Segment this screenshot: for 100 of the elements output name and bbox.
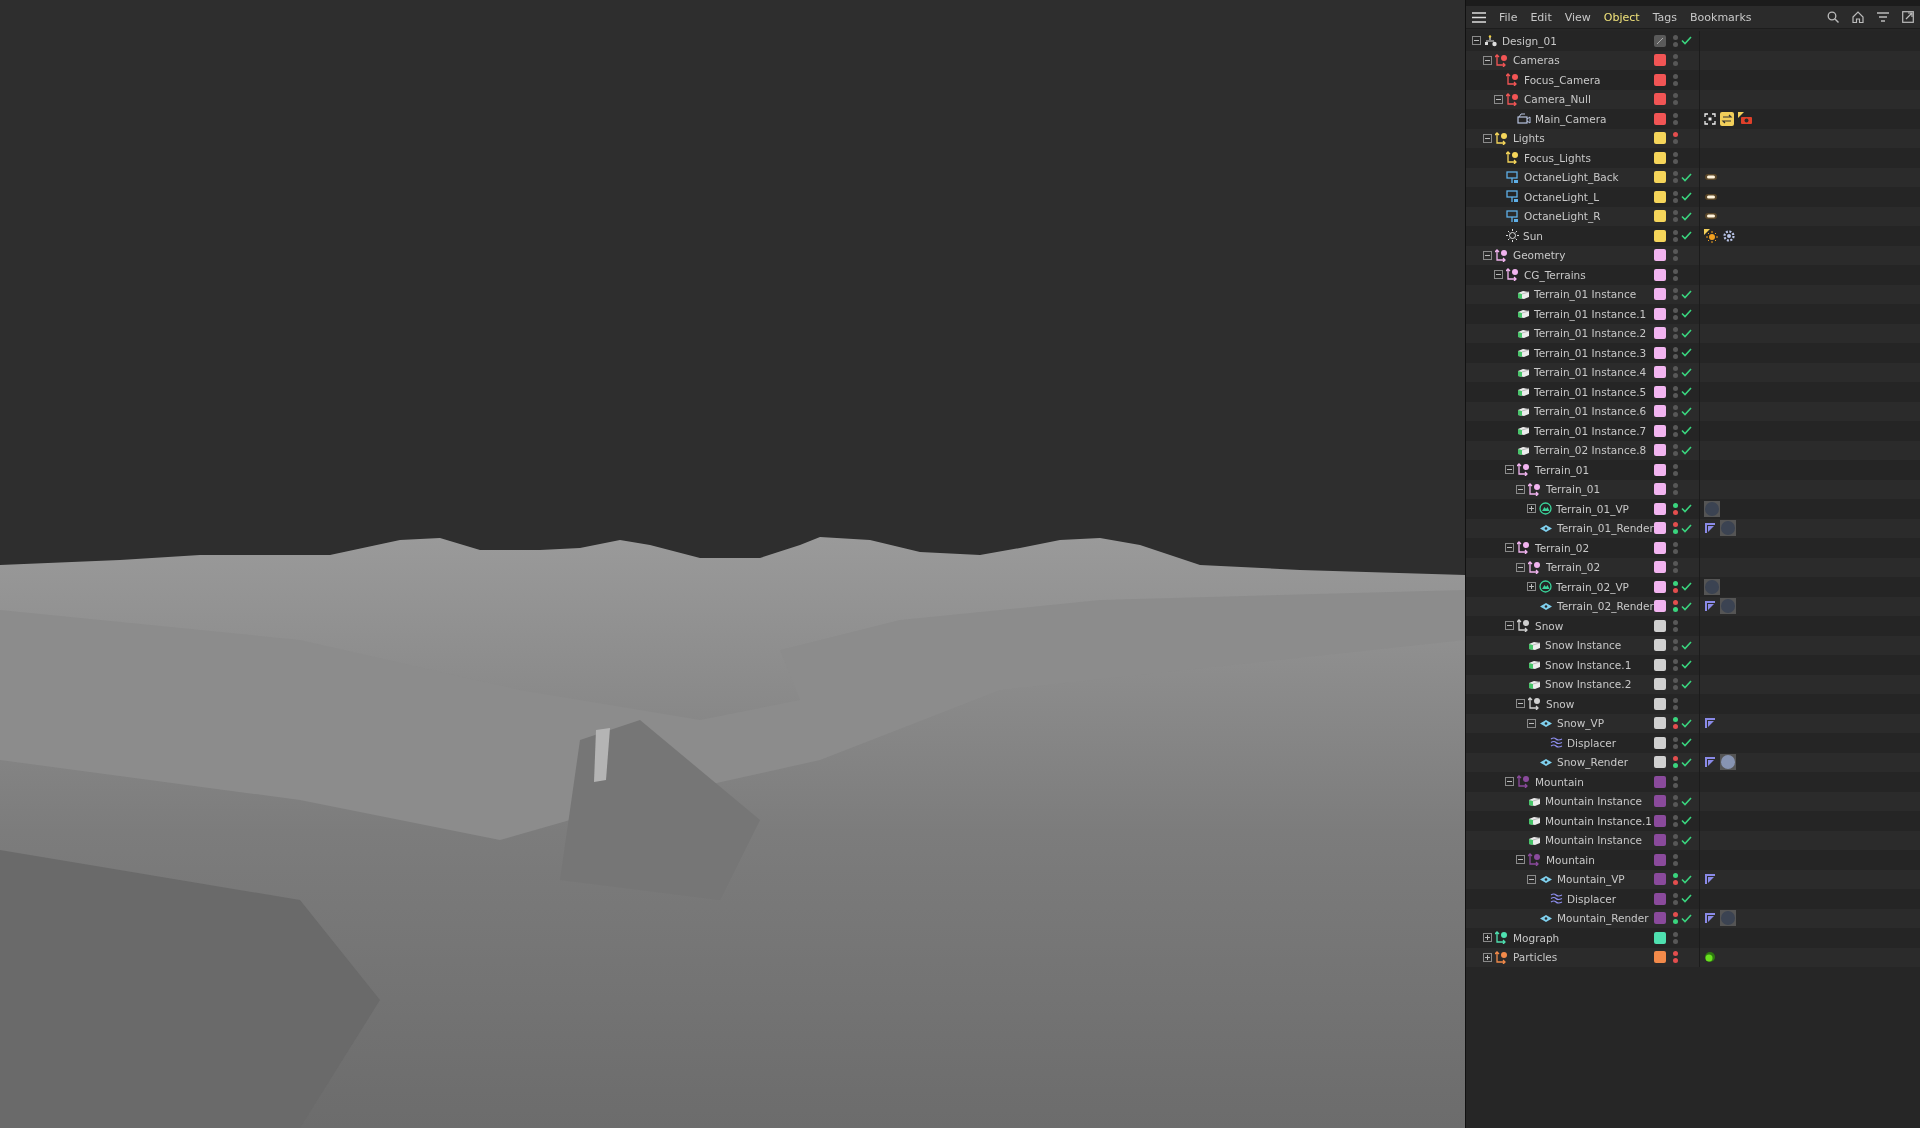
editor-visibility-dot[interactable] bbox=[1673, 385, 1678, 391]
editor-visibility-dot[interactable] bbox=[1673, 775, 1678, 781]
editor-visibility-dot[interactable] bbox=[1673, 73, 1678, 79]
object-name[interactable]: Mountain bbox=[1546, 853, 1595, 866]
render-visibility-dot[interactable] bbox=[1673, 587, 1678, 593]
render-visibility-dot[interactable] bbox=[1673, 158, 1678, 164]
render-visibility-dot[interactable] bbox=[1673, 392, 1678, 398]
object-row[interactable]: Particles bbox=[1466, 947, 1920, 967]
expand-toggle[interactable] bbox=[1516, 562, 1525, 572]
layer-color-swatch[interactable] bbox=[1654, 834, 1666, 847]
expand-toggle[interactable] bbox=[1527, 874, 1536, 884]
render-visibility-dot[interactable] bbox=[1673, 217, 1678, 223]
expand-toggle[interactable] bbox=[1505, 465, 1514, 475]
corner-triangle-icon[interactable] bbox=[1704, 873, 1716, 886]
object-name[interactable]: Design_01 bbox=[1502, 34, 1557, 47]
render-visibility-dot[interactable] bbox=[1673, 646, 1678, 652]
object-name[interactable]: Terrain_01 Instance.3 bbox=[1534, 346, 1647, 359]
editor-visibility-dot[interactable] bbox=[1673, 483, 1678, 489]
check-icon[interactable] bbox=[1681, 601, 1692, 611]
render-visibility-dot[interactable] bbox=[1673, 236, 1678, 242]
render-visibility-dot[interactable] bbox=[1673, 100, 1678, 106]
editor-visibility-dot[interactable] bbox=[1673, 502, 1678, 508]
editor-visibility-dot[interactable] bbox=[1673, 658, 1678, 664]
object-name[interactable]: OctaneLight_R bbox=[1524, 210, 1601, 223]
expand-toggle[interactable] bbox=[1505, 543, 1514, 553]
render-visibility-dot[interactable] bbox=[1673, 529, 1678, 535]
filter-icon[interactable] bbox=[1877, 12, 1889, 22]
object-row[interactable]: Mountain_VP bbox=[1466, 869, 1920, 889]
object-name[interactable]: Terrain_01 Instance.1 bbox=[1534, 307, 1647, 320]
check-icon[interactable] bbox=[1681, 582, 1692, 592]
object-name[interactable]: Camera_Null bbox=[1524, 93, 1591, 106]
object-row[interactable]: Terrain_01_Render bbox=[1466, 518, 1920, 538]
object-name[interactable]: Terrain_02 bbox=[1535, 541, 1590, 554]
glowing-bar-icon[interactable] bbox=[1704, 211, 1718, 222]
corner-triangle-icon[interactable] bbox=[1704, 717, 1716, 730]
check-icon[interactable] bbox=[1681, 523, 1692, 533]
layer-color-swatch[interactable] bbox=[1654, 93, 1666, 106]
corner-triangle-icon[interactable] bbox=[1704, 522, 1716, 535]
object-name[interactable]: Mountain Instance.1 bbox=[1545, 814, 1652, 827]
object-row[interactable]: Mountain Instance bbox=[1466, 791, 1920, 811]
expand-toggle[interactable] bbox=[1505, 621, 1514, 631]
layer-color-swatch[interactable] bbox=[1654, 541, 1666, 554]
render-visibility-dot[interactable] bbox=[1673, 412, 1678, 418]
object-name[interactable]: Snow bbox=[1535, 619, 1564, 632]
expand-toggle[interactable] bbox=[1483, 250, 1492, 260]
check-icon[interactable] bbox=[1681, 445, 1692, 455]
layer-color-swatch[interactable] bbox=[1654, 210, 1666, 223]
object-row[interactable]: Snow Instance.2 bbox=[1466, 674, 1920, 694]
editor-visibility-dot[interactable] bbox=[1673, 288, 1678, 294]
layer-color-swatch[interactable] bbox=[1654, 54, 1666, 67]
editor-visibility-dot[interactable] bbox=[1673, 619, 1678, 625]
layer-color-swatch[interactable] bbox=[1654, 814, 1666, 827]
layer-color-swatch[interactable] bbox=[1654, 502, 1666, 515]
render-visibility-dot[interactable] bbox=[1673, 568, 1678, 574]
layer-color-swatch[interactable] bbox=[1654, 619, 1666, 632]
object-name[interactable]: Terrain_01_Render bbox=[1557, 522, 1654, 535]
layer-color-swatch[interactable] bbox=[1654, 288, 1666, 301]
check-icon[interactable] bbox=[1681, 289, 1692, 299]
object-name[interactable]: Terrain_01 Instance.6 bbox=[1534, 405, 1647, 418]
menu-item[interactable]: Edit bbox=[1530, 10, 1552, 24]
render-visibility-dot[interactable] bbox=[1673, 841, 1678, 847]
render-visibility-dot[interactable] bbox=[1673, 743, 1678, 749]
gear-icon[interactable] bbox=[1722, 228, 1736, 243]
check-icon[interactable] bbox=[1681, 738, 1692, 748]
expand-toggle[interactable] bbox=[1494, 94, 1503, 104]
render-visibility-dot[interactable] bbox=[1673, 958, 1678, 964]
check-icon[interactable] bbox=[1681, 757, 1692, 767]
expand-toggle[interactable] bbox=[1516, 699, 1525, 709]
object-name[interactable]: Focus_Camera bbox=[1524, 73, 1601, 86]
search-icon[interactable] bbox=[1827, 11, 1839, 23]
object-row[interactable]: Terrain_02 bbox=[1466, 557, 1920, 577]
layer-color-swatch[interactable] bbox=[1654, 775, 1666, 788]
layer-color-swatch[interactable] bbox=[1654, 580, 1666, 593]
check-icon[interactable] bbox=[1681, 172, 1692, 182]
glowing-bar-icon[interactable] bbox=[1704, 191, 1718, 202]
object-name[interactable]: Terrain_02_Render bbox=[1557, 600, 1654, 613]
layer-color-swatch[interactable] bbox=[1654, 385, 1666, 398]
layer-color-swatch[interactable] bbox=[1654, 639, 1666, 652]
layer-color-swatch[interactable] bbox=[1654, 658, 1666, 671]
object-row[interactable]: Geometry bbox=[1466, 245, 1920, 265]
check-icon[interactable] bbox=[1681, 367, 1692, 377]
corner-triangle-icon[interactable] bbox=[1704, 600, 1716, 613]
editor-visibility-dot[interactable] bbox=[1673, 366, 1678, 372]
layer-color-swatch[interactable] bbox=[1654, 444, 1666, 457]
object-name[interactable]: Mountain Instance bbox=[1545, 795, 1642, 808]
layer-color-swatch[interactable] bbox=[1654, 522, 1666, 535]
object-row[interactable]: Terrain_01 Instance.2 bbox=[1466, 323, 1920, 343]
menu-icon[interactable] bbox=[1472, 11, 1486, 23]
check-icon[interactable] bbox=[1681, 816, 1692, 826]
render-visibility-dot[interactable] bbox=[1673, 548, 1678, 554]
corner-triangle-icon[interactable] bbox=[1704, 912, 1716, 925]
menu-item[interactable]: Bookmarks bbox=[1690, 10, 1752, 24]
check-icon[interactable] bbox=[1681, 796, 1692, 806]
render-visibility-dot[interactable] bbox=[1673, 353, 1678, 359]
expand-toggle[interactable] bbox=[1527, 504, 1536, 514]
layer-color-swatch[interactable] bbox=[1654, 795, 1666, 808]
expand-toggle[interactable] bbox=[1483, 55, 1492, 65]
render-visibility-dot[interactable] bbox=[1673, 899, 1678, 905]
editor-visibility-dot[interactable] bbox=[1673, 54, 1678, 60]
object-name[interactable]: Terrain_02 Instance.8 bbox=[1534, 444, 1647, 457]
